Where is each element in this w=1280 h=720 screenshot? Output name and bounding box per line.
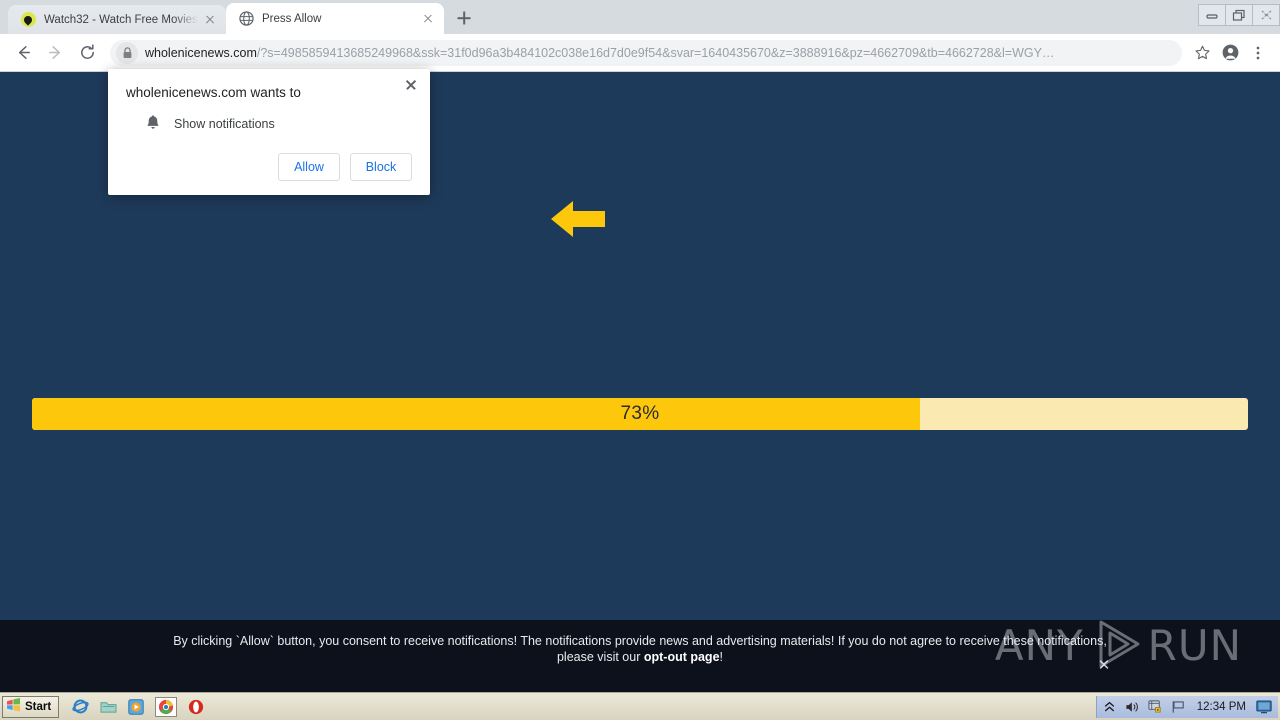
window-controls <box>1198 0 1280 30</box>
windows-flag-icon <box>6 698 21 715</box>
watermark-text-run: RUN <box>1147 621 1242 670</box>
close-icon[interactable] <box>402 76 420 94</box>
security-shield-icon[interactable] <box>1148 699 1164 715</box>
browser-toolbar: wholenicenews.com/?s=4985859413685249968… <box>0 34 1280 72</box>
permission-dialog-actions: Allow Block <box>126 153 412 181</box>
banner-text-line2: please visit our <box>556 650 644 664</box>
browser-window: Watch32 - Watch Free Movies Onlin Press … <box>0 0 1280 692</box>
bell-icon <box>146 114 160 133</box>
opera-icon[interactable] <box>187 698 205 716</box>
start-button[interactable]: Start <box>2 695 60 718</box>
lock-icon <box>116 41 138 64</box>
notification-permission-dialog: wholenicenews.com wants to Show notifica… <box>108 69 430 195</box>
windows-taskbar: Start 12:34 PM <box>0 692 1280 720</box>
system-tray: 12:34 PM <box>1095 695 1278 718</box>
tab-watch32[interactable]: Watch32 - Watch Free Movies Onlin <box>8 5 226 34</box>
restore-icon[interactable] <box>1225 4 1253 26</box>
permission-dialog-title: wholenicenews.com wants to <box>126 85 301 100</box>
back-arrow-icon[interactable] <box>8 38 38 68</box>
globe-icon <box>238 11 254 27</box>
volume-icon[interactable] <box>1125 699 1141 715</box>
tab-close-button[interactable] <box>420 11 436 27</box>
progress-percent-label: 73% <box>620 403 660 424</box>
permission-request-row: Show notifications <box>126 114 412 133</box>
banner-text-line1: By clicking `Allow` button, you consent … <box>173 634 1107 648</box>
reload-icon[interactable] <box>72 38 102 68</box>
quick-launch-bar <box>71 696 205 717</box>
url-path: /?s=4985859413685249968&ssk=31f0d96a3b48… <box>256 45 1055 60</box>
media-player-icon[interactable] <box>127 698 145 716</box>
new-tab-button[interactable] <box>450 4 478 32</box>
taskbar-clock[interactable]: 12:34 PM <box>1194 701 1249 713</box>
progress-bar: 73% <box>32 398 1248 430</box>
consent-banner: By clicking `Allow` button, you consent … <box>0 620 1280 692</box>
internet-explorer-icon[interactable] <box>71 698 89 716</box>
permission-label: Show notifications <box>174 116 275 131</box>
tab-strip: Watch32 - Watch Free Movies Onlin Press … <box>0 0 1280 34</box>
opt-out-page-link[interactable]: opt-out page <box>644 650 720 664</box>
url-host: wholenicenews.com <box>145 45 257 60</box>
three-dot-menu-icon[interactable] <box>1244 39 1272 67</box>
folder-icon[interactable] <box>99 698 117 716</box>
minimize-icon[interactable] <box>1198 4 1226 26</box>
chrome-icon[interactable] <box>155 696 178 717</box>
url-text: wholenicenews.com/?s=4985859413685249968… <box>145 46 1170 60</box>
block-button[interactable]: Block <box>350 153 412 181</box>
star-icon[interactable] <box>1188 39 1216 67</box>
watch32-pin-icon <box>20 12 36 28</box>
show-hidden-icons-icon[interactable] <box>1102 699 1118 715</box>
address-bar[interactable]: wholenicenews.com/?s=4985859413685249968… <box>110 39 1182 66</box>
allow-button[interactable]: Allow <box>278 153 340 181</box>
close-icon[interactable] <box>1252 4 1280 26</box>
tab-title: Watch32 - Watch Free Movies Onlin <box>44 13 198 26</box>
tab-title: Press Allow <box>262 12 322 25</box>
tab-press-allow[interactable]: Press Allow <box>226 3 444 34</box>
tab-close-button[interactable] <box>202 12 218 28</box>
network-flag-icon[interactable] <box>1171 699 1187 715</box>
banner-close-button[interactable]: ✕ <box>1096 658 1112 674</box>
profile-avatar-icon[interactable] <box>1216 39 1244 67</box>
banner-text-line2-end: ! <box>719 650 724 664</box>
forward-arrow-icon[interactable] <box>40 38 70 68</box>
display-icon[interactable] <box>1256 699 1272 715</box>
left-arrow-icon <box>551 199 605 244</box>
start-label: Start <box>25 700 52 713</box>
